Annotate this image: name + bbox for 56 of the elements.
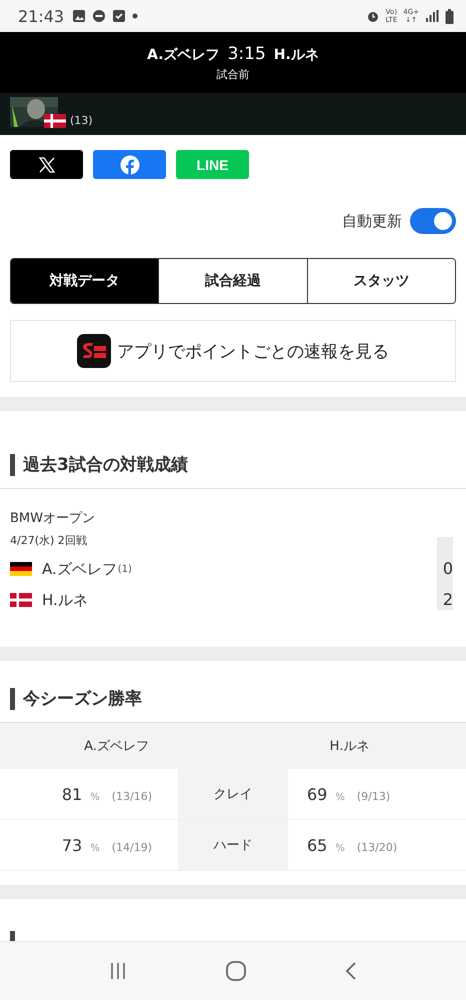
signal-icon <box>425 9 439 23</box>
battery-icon <box>445 8 454 24</box>
win-loss-record: (9/13) <box>356 790 390 803</box>
player-seed: (1) <box>118 564 132 574</box>
match-time: 3:15 <box>228 44 266 64</box>
player-name: A.ズベレフ <box>147 46 220 64</box>
do-not-disturb-icon <box>92 9 106 23</box>
tab[interactable]: 対戦データ <box>11 259 158 303</box>
win-percentage: 81 <box>62 785 82 804</box>
percent-unit: % <box>90 792 100 803</box>
section-title: 今シーズン勝率 <box>23 688 142 710</box>
percent-unit: % <box>335 843 345 854</box>
tournament-name: BMWオープン <box>10 510 96 527</box>
x-share-button[interactable] <box>10 150 83 179</box>
percent-unit: % <box>335 792 345 803</box>
win-percentage: 65 <box>307 836 328 855</box>
denmark-flag-icon <box>44 114 66 128</box>
column-header: H.ルネ <box>328 738 370 755</box>
win-loss-record: (13/20) <box>356 841 398 854</box>
section-title: 過去3試合の対戦成績 <box>23 454 188 476</box>
win-loss-record: (14/19) <box>112 841 152 854</box>
player-seed: (13) <box>70 114 93 126</box>
percent-unit: % <box>90 843 100 854</box>
home-icon[interactable] <box>224 960 247 982</box>
heading-marker <box>10 931 15 942</box>
heading-marker <box>10 688 15 710</box>
facebook-logo-icon <box>120 154 140 174</box>
checkbox-icon <box>112 9 126 23</box>
win-loss-record: (13/16) <box>112 790 152 803</box>
player-name: A.ズベレフ <box>42 560 117 578</box>
app-logo-icon <box>77 334 111 368</box>
win-percentage: 69 <box>307 785 328 804</box>
status-time: 21:43 <box>18 6 64 26</box>
image-icon <box>72 9 86 23</box>
set-score: 2 <box>442 590 453 610</box>
set-score: 0 <box>442 559 453 579</box>
back-icon[interactable] <box>344 961 358 981</box>
auto-update-toggle[interactable] <box>410 208 456 234</box>
germany-flag-icon <box>10 562 32 576</box>
auto-update-label: 自動更新 <box>342 212 402 230</box>
tab[interactable]: スタッツ <box>306 259 455 303</box>
surface-cell: クレイ <box>178 769 288 819</box>
column-header: A.ズベレフ <box>83 738 150 755</box>
facebook-share-button[interactable] <box>93 150 166 179</box>
win-percentage: 73 <box>62 836 82 855</box>
player-name: H.ルネ <box>42 590 88 610</box>
x-logo-icon <box>38 156 55 172</box>
surface-cell: ハード <box>178 820 288 870</box>
app-banner-button[interactable]: アプリでポイントごとの速報を見る <box>10 320 456 382</box>
denmark-flag-icon <box>10 593 32 607</box>
match-date: 4/27(水) 2回戦 <box>10 533 88 548</box>
player-name: H.ルネ <box>274 46 319 64</box>
dot-icon <box>132 13 138 19</box>
heading-marker <box>10 454 15 476</box>
match-status: 試合前 <box>216 66 250 82</box>
alarm-icon <box>366 9 380 23</box>
